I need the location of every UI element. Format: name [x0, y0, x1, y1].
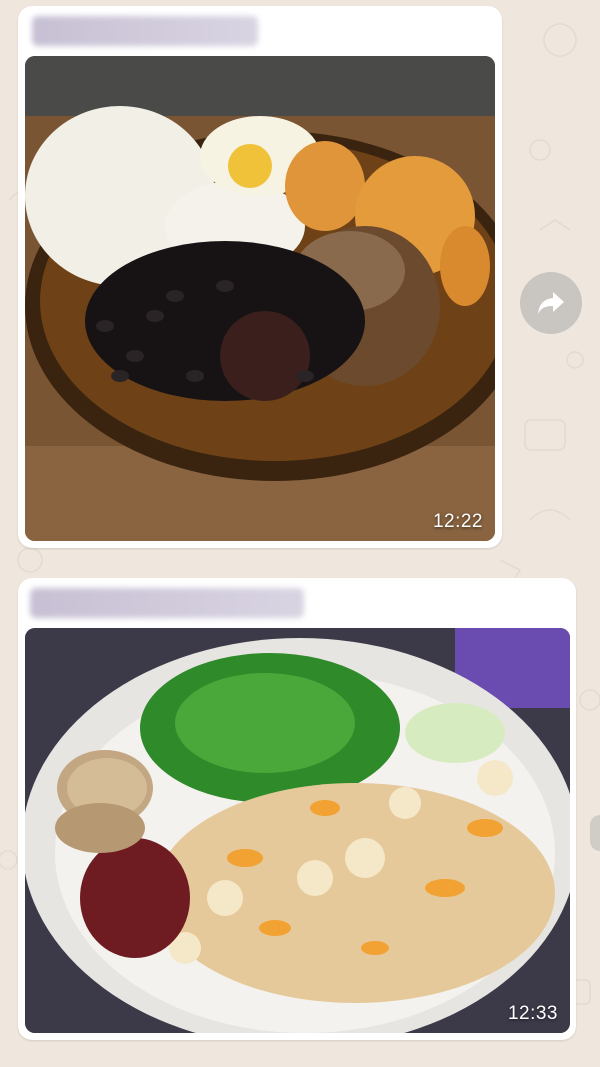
forward-button[interactable] [520, 272, 582, 334]
message-timestamp: 12:22 [432, 511, 483, 532]
message-timestamp: 12:33 [507, 1003, 558, 1024]
image-message-1[interactable]: 12:22 [18, 6, 502, 548]
meal-photo-1[interactable]: 12:22 [25, 56, 495, 541]
image-message-2[interactable]: 12:33 [18, 578, 576, 1040]
forward-arrow-icon [538, 292, 564, 314]
offscreen-button-edge[interactable] [590, 815, 600, 851]
sender-name-blurred [32, 16, 258, 46]
meal-photo-2[interactable]: 12:33 [25, 628, 570, 1033]
sender-name-blurred [30, 588, 304, 618]
